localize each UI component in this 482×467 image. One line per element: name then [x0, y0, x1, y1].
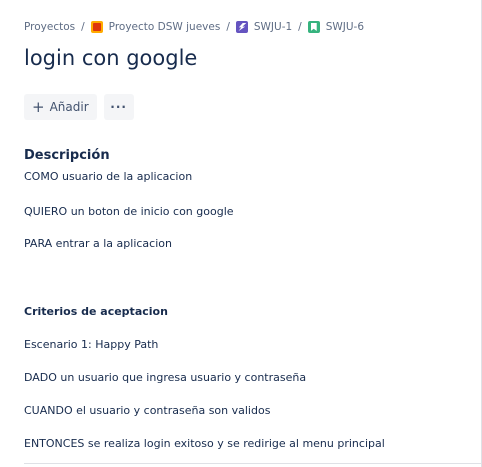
- breadcrumb-epic[interactable]: SWJU-1: [254, 21, 292, 33]
- breadcrumb-separator: /: [81, 21, 85, 33]
- breadcrumb-issue[interactable]: SWJU-6: [326, 21, 364, 33]
- breadcrumb-separator: /: [226, 21, 230, 33]
- description-line[interactable]: COMO usuario de la aplicacion: [24, 170, 192, 183]
- criteria-line[interactable]: DADO un usuario que ingresa usuario y co…: [24, 371, 306, 384]
- issue-actions: + Añadir ···: [24, 94, 134, 120]
- description-line[interactable]: QUIERO un boton de inicio con google: [24, 205, 234, 218]
- epic-icon: [235, 21, 248, 33]
- breadcrumb: Proyectos / Proyecto DSW jueves / SWJU-1…: [24, 21, 364, 33]
- description-line[interactable]: PARA entrar a la aplicacion: [24, 237, 172, 250]
- breadcrumb-projects[interactable]: Proyectos: [24, 21, 75, 33]
- description-heading: Descripción: [24, 148, 110, 163]
- add-button-label: Añadir: [49, 100, 89, 114]
- project-avatar-icon: [90, 21, 103, 33]
- issue-title[interactable]: login con google: [24, 46, 197, 70]
- criteria-heading[interactable]: Criterios de aceptacion: [24, 305, 168, 318]
- more-actions-button[interactable]: ···: [103, 94, 134, 120]
- description-heading-wrap: Descripción: [24, 148, 110, 163]
- add-button[interactable]: + Añadir: [24, 94, 97, 120]
- story-icon: [307, 21, 320, 33]
- breadcrumb-project[interactable]: Proyecto DSW jueves: [109, 21, 221, 33]
- plus-icon: +: [32, 97, 45, 116]
- breadcrumb-separator: /: [298, 21, 302, 33]
- criteria-line[interactable]: Escenario 1: Happy Path: [24, 338, 158, 351]
- field-divider: [24, 463, 482, 464]
- criteria-line[interactable]: CUANDO el usuario y contraseña son valid…: [24, 404, 270, 417]
- criteria-line[interactable]: ENTONCES se realiza login exitoso y se r…: [24, 437, 385, 450]
